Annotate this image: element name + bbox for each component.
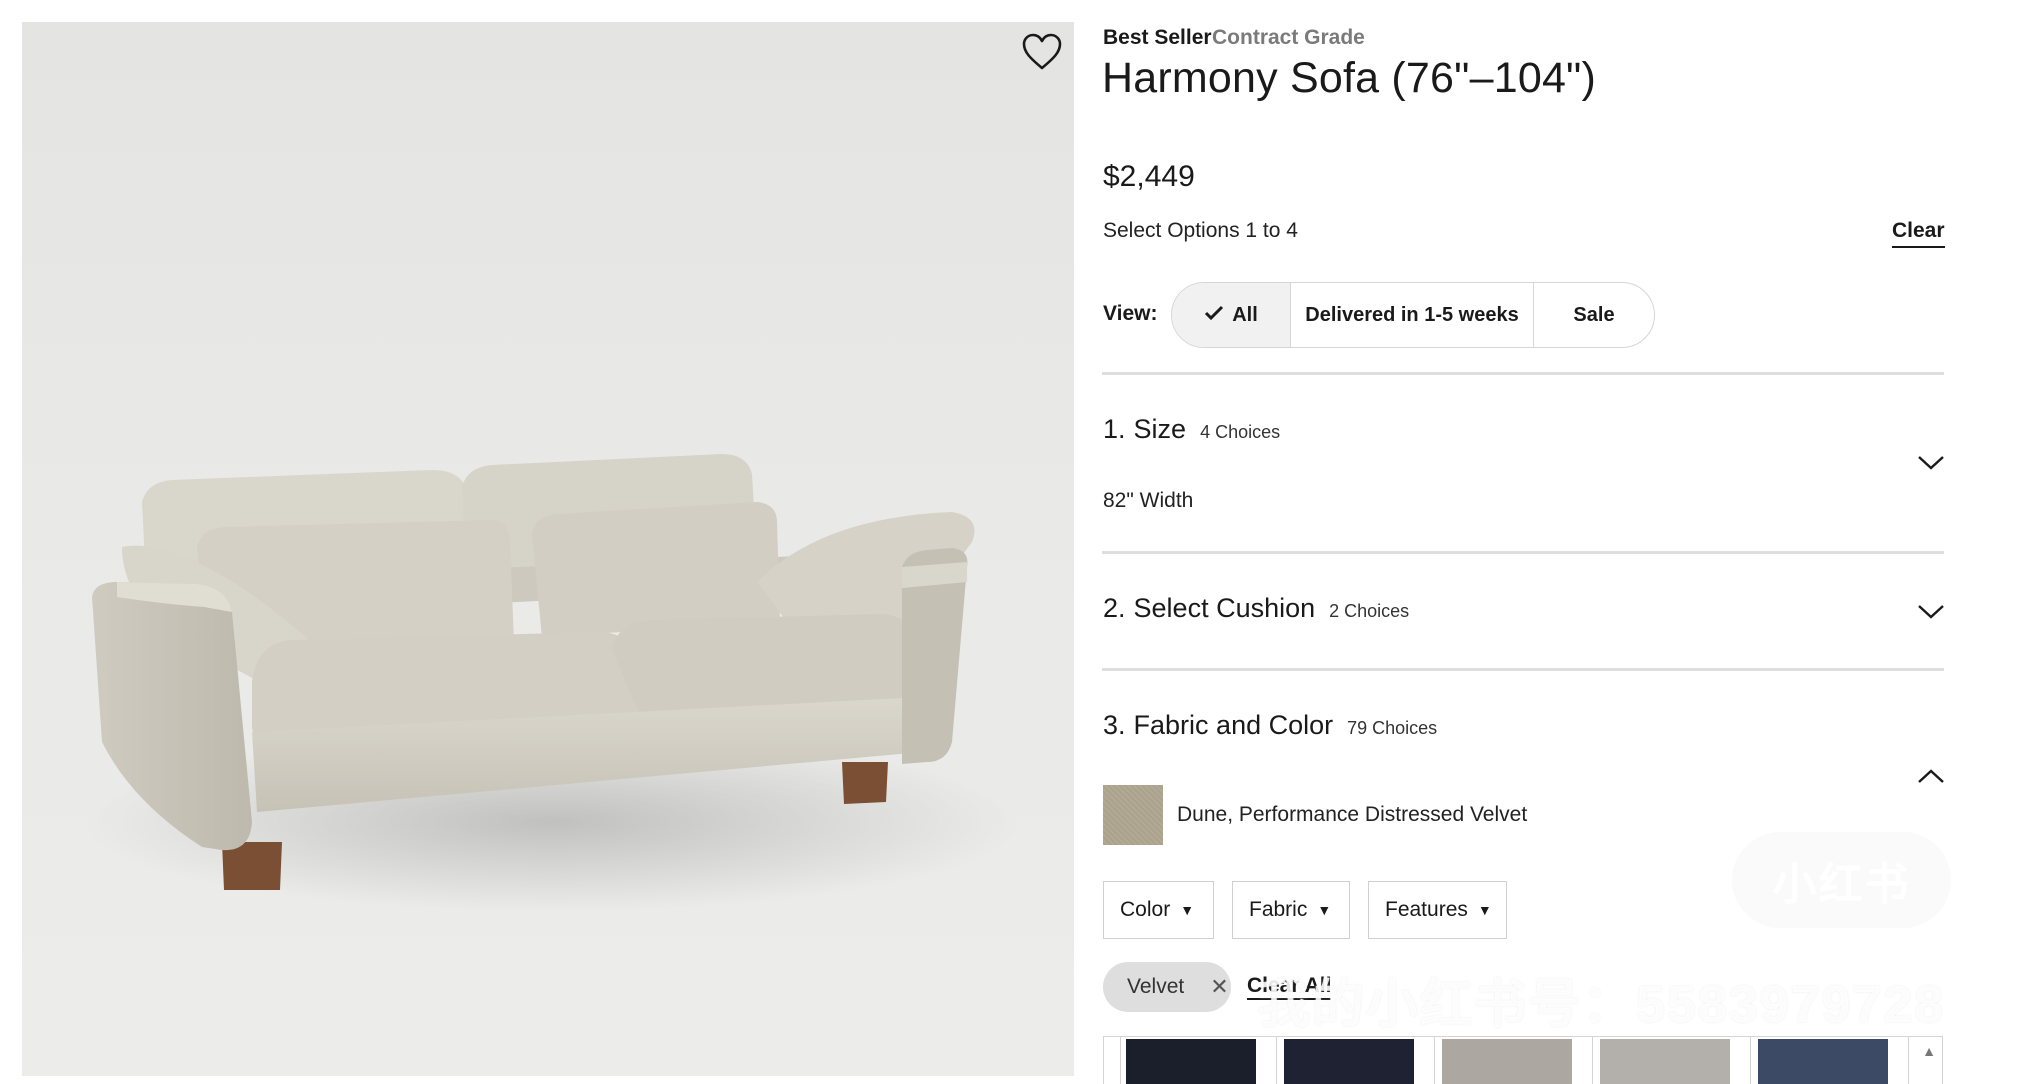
view-filter-delivered[interactable]: Delivered in 1-5 weeks xyxy=(1291,283,1534,347)
watermark-logo: 小红书 xyxy=(1732,832,1951,928)
section-divider xyxy=(1102,551,1944,554)
caret-down-icon: ▼ xyxy=(1180,902,1195,918)
favorite-button[interactable] xyxy=(1020,32,1064,72)
size-section-header[interactable]: 1. Size 4 Choices xyxy=(1103,414,1280,445)
section-number: 2. xyxy=(1103,593,1126,623)
size-selected-value: 82" Width xyxy=(1103,489,1194,512)
fabric-swatch-option[interactable] xyxy=(1758,1039,1888,1084)
view-filter-sale-label: Sale xyxy=(1573,303,1615,326)
fabric-section-header[interactable]: 3. Fabric and Color 79 Choices xyxy=(1103,710,1437,741)
scroll-up-icon[interactable]: ▲ xyxy=(1922,1043,1936,1059)
section-title: Select Cushion xyxy=(1133,593,1316,623)
view-filter-all-label: All xyxy=(1232,303,1258,326)
selected-fabric-swatch xyxy=(1103,785,1163,845)
fabric-swatch-option[interactable] xyxy=(1600,1039,1730,1084)
fabric-filter-dropdown[interactable]: Fabric ▼ xyxy=(1232,881,1350,939)
watermark-text: 我的小红书号：5583979728 xyxy=(1258,976,1946,1034)
caret-down-icon: ▼ xyxy=(1317,902,1332,918)
chevron-down-icon[interactable] xyxy=(1916,601,1946,621)
sofa-illustration xyxy=(82,454,1022,912)
view-filter-label: View: xyxy=(1103,302,1158,325)
active-filter-chip-velvet: Velvet ✕ xyxy=(1103,962,1231,1012)
color-filter-dropdown[interactable]: Color ▼ xyxy=(1103,881,1214,939)
fabric-swatch-option[interactable] xyxy=(1442,1039,1572,1084)
chip-label: Velvet xyxy=(1127,975,1185,998)
features-filter-dropdown[interactable]: Features ▼ xyxy=(1368,881,1507,939)
chevron-down-icon[interactable] xyxy=(1916,452,1946,472)
choices-count: 2 Choices xyxy=(1329,601,1410,621)
section-divider xyxy=(1102,668,1944,671)
view-filter-sale[interactable]: Sale xyxy=(1534,283,1654,347)
view-filter-group: All Delivered in 1-5 weeks Sale xyxy=(1171,282,1655,348)
view-filter-all[interactable]: All xyxy=(1172,283,1291,347)
heart-outline-icon xyxy=(1022,33,1062,70)
choices-count: 4 Choices xyxy=(1200,422,1281,442)
dropdown-label: Color xyxy=(1120,898,1171,921)
best-seller-badge: Best Seller xyxy=(1103,26,1212,49)
product-image[interactable] xyxy=(22,22,1074,1076)
product-price: $2,449 xyxy=(1103,160,1195,193)
chevron-up-icon[interactable] xyxy=(1916,766,1946,786)
section-number: 1. xyxy=(1103,414,1126,444)
section-title: Fabric and Color xyxy=(1133,710,1334,740)
cushion-section-header[interactable]: 2. Select Cushion 2 Choices xyxy=(1103,593,1409,624)
section-title: Size xyxy=(1133,414,1187,444)
fabric-swatch-grid: ▲ xyxy=(1103,1036,1943,1084)
product-title: Harmony Sofa (76"–104") xyxy=(1102,54,1597,102)
fabric-swatch-option[interactable] xyxy=(1284,1039,1414,1084)
clear-options-link[interactable]: Clear xyxy=(1892,219,1945,248)
selected-fabric-name: Dune, Performance Distressed Velvet xyxy=(1177,803,1528,826)
section-number: 3. xyxy=(1103,710,1126,740)
contract-grade-badge: Contract Grade xyxy=(1212,26,1365,49)
checkmark-icon xyxy=(1204,304,1224,327)
close-icon[interactable]: ✕ xyxy=(1210,974,1228,1000)
dropdown-label: Features xyxy=(1385,898,1468,921)
caret-down-icon: ▼ xyxy=(1477,902,1492,918)
fabric-swatch-option[interactable] xyxy=(1126,1039,1256,1084)
choices-count: 79 Choices xyxy=(1347,718,1438,738)
section-divider xyxy=(1102,372,1944,375)
options-label: Select Options 1 to 4 xyxy=(1103,219,1298,242)
view-filter-delivered-label: Delivered in 1-5 weeks xyxy=(1305,303,1519,326)
dropdown-label: Fabric xyxy=(1249,898,1308,921)
